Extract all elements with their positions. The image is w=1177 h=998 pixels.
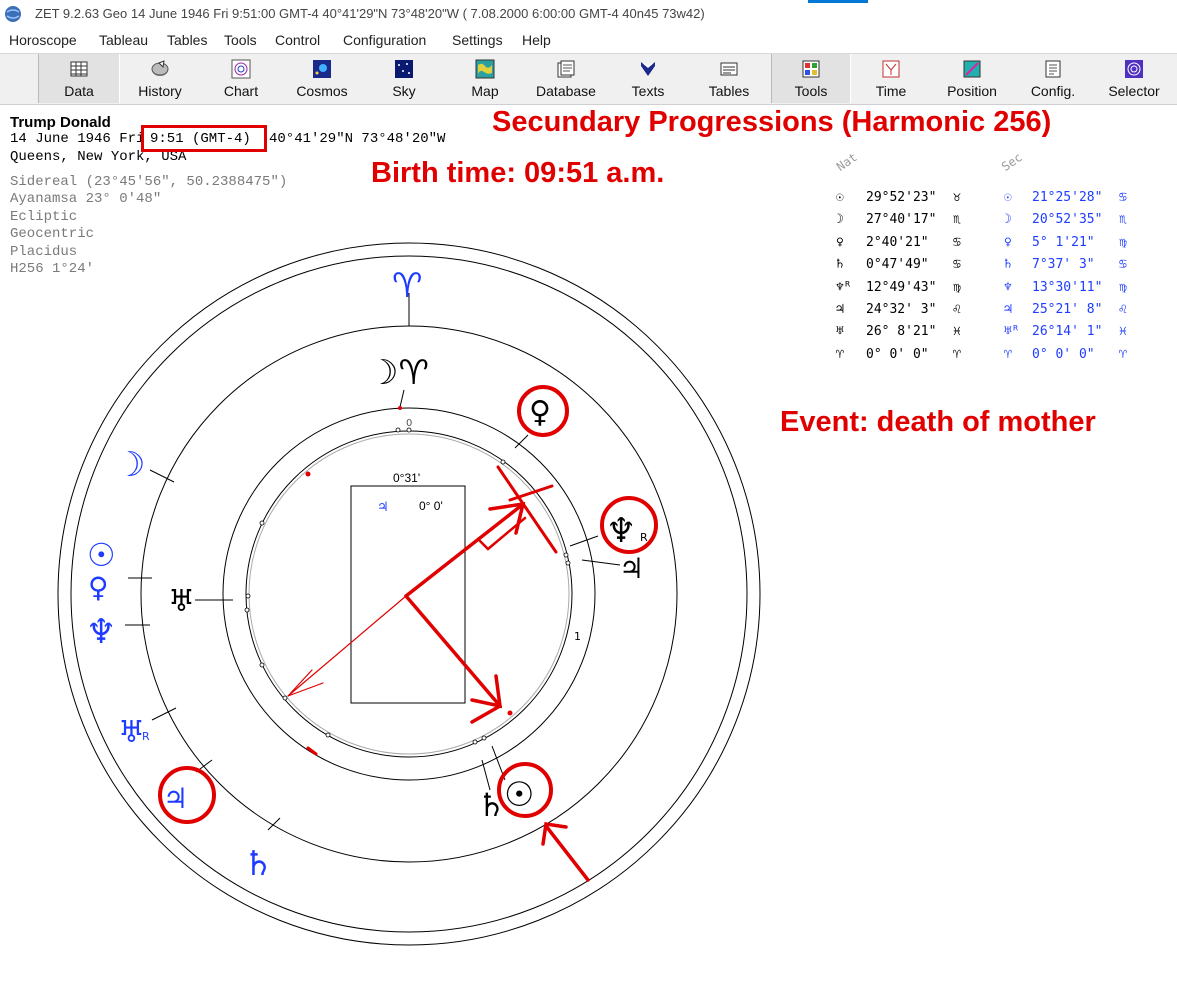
- outer-moon-glyph: ☽: [115, 445, 145, 485]
- aries-top-glyph: ♈: [392, 266, 422, 306]
- inner-moon-aries-glyph: ☽♈: [368, 353, 429, 393]
- inner-neptune-retro: R: [640, 531, 648, 544]
- wheel-mark-1: 1: [574, 630, 581, 643]
- chart-wheel: 0 1 0°31' ♃ 0° 0' ♈ ☽ ☉ ♀ ♆ ♅ R ♃ ♄ ☽♈ ♀…: [57, 242, 761, 946]
- wheel-mark-0: 0: [406, 418, 412, 429]
- outer-uranus-glyph: ♅: [118, 715, 145, 750]
- inner-venus-glyph: ♀: [529, 395, 551, 430]
- outer-uranus-retro: R: [142, 730, 150, 743]
- outer-neptune-glyph: ♆: [86, 612, 116, 652]
- inner-jupiter-glyph: ♃: [619, 552, 644, 585]
- center-angle: 0°31': [393, 471, 420, 485]
- outer-sun-glyph: ☉: [87, 536, 116, 574]
- center-jupiter-value: 0° 0': [419, 499, 443, 513]
- center-jupiter-glyph: ♃: [377, 500, 389, 515]
- outer-saturn-glyph: ♄: [243, 844, 273, 884]
- outer-venus-glyph: ♀: [88, 571, 109, 604]
- inner-uranus-glyph: ♅: [168, 584, 195, 619]
